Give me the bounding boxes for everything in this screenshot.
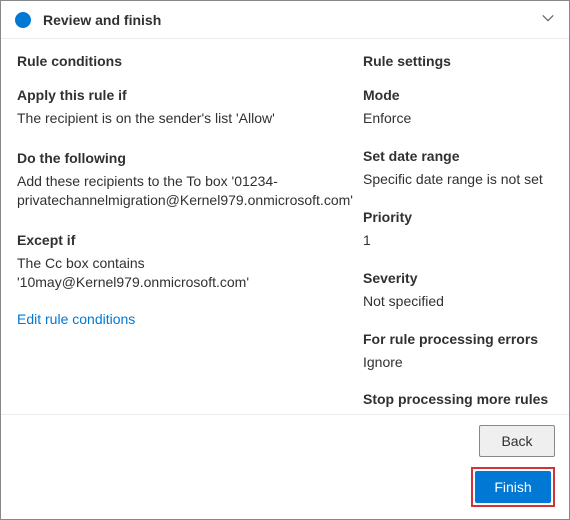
chevron-down-icon[interactable] — [541, 11, 555, 28]
step-indicator-icon — [15, 12, 31, 28]
footer-actions: Back Finish — [1, 414, 569, 519]
edit-rule-conditions-link[interactable]: Edit rule conditions — [17, 311, 355, 327]
mode-value: Enforce — [363, 109, 553, 128]
except-if-text: The Cc box contains '10may@Kernel979.onm… — [17, 254, 355, 292]
panel-title: Review and finish — [43, 12, 541, 28]
date-range-value: Specific date range is not set — [363, 170, 553, 189]
rule-conditions-heading: Rule conditions — [17, 53, 355, 69]
apply-if-text: The recipient is on the sender's list 'A… — [17, 109, 355, 128]
rule-settings-column: Rule settings Mode Enforce Set date rang… — [363, 53, 553, 414]
errors-label: For rule processing errors — [363, 331, 553, 347]
errors-value: Ignore — [363, 353, 553, 372]
do-following-text: Add these recipients to the To box '0123… — [17, 172, 355, 210]
rule-settings-heading: Rule settings — [363, 53, 553, 69]
priority-value: 1 — [363, 231, 553, 250]
back-button[interactable]: Back — [479, 425, 555, 457]
stop-processing-label: Stop processing more rules — [363, 391, 553, 407]
finish-button[interactable]: Finish — [475, 471, 551, 503]
priority-label: Priority — [363, 209, 553, 225]
rule-conditions-column: Rule conditions Apply this rule if The r… — [17, 53, 363, 414]
finish-highlight: Finish — [471, 467, 555, 507]
do-following-label: Do the following — [17, 150, 355, 166]
mode-label: Mode — [363, 87, 553, 103]
content-area: Rule conditions Apply this rule if The r… — [1, 39, 569, 414]
panel-header: Review and finish — [1, 1, 569, 39]
date-range-label: Set date range — [363, 148, 553, 164]
apply-if-label: Apply this rule if — [17, 87, 355, 103]
severity-label: Severity — [363, 270, 553, 286]
severity-value: Not specified — [363, 292, 553, 311]
except-if-label: Except if — [17, 232, 355, 248]
